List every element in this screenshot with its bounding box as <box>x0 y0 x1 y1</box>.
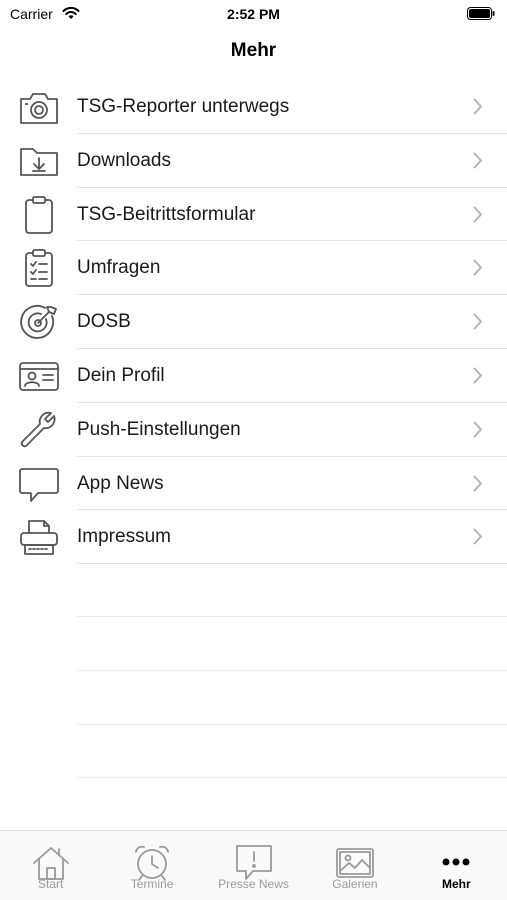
folder-download-icon <box>20 147 58 176</box>
menu-item-downloads[interactable]: Downloads <box>0 134 507 188</box>
empty-row-divider <box>77 616 507 617</box>
chevron-right-icon <box>473 367 482 384</box>
tab-presse-news[interactable]: Presse News <box>203 831 304 900</box>
wrench-icon <box>20 411 56 447</box>
menu-item-label: TSG-Beitrittsformular <box>77 203 256 225</box>
chevron-right-icon <box>473 313 482 330</box>
menu-item-label: Umfragen <box>77 257 161 279</box>
menu-item-label: App News <box>77 472 164 494</box>
menu-item-push-einstellungen[interactable]: Push-Einstellungen <box>0 403 507 457</box>
status-time: 2:52 PM <box>227 6 280 22</box>
chevron-right-icon <box>473 421 482 438</box>
menu-item-dein-profil[interactable]: Dein Profil <box>0 349 507 403</box>
chevron-right-icon <box>473 528 482 545</box>
tab-termine[interactable]: Termine <box>101 831 202 900</box>
target-icon <box>20 305 57 339</box>
menu-item-label: DOSB <box>77 311 131 333</box>
tab-start[interactable]: Start <box>0 831 101 900</box>
menu-item-tsg-reporter[interactable]: TSG-Reporter unterwegs <box>0 80 507 134</box>
chevron-right-icon <box>473 152 482 169</box>
camera-icon <box>20 93 58 124</box>
chevron-right-icon <box>473 259 482 276</box>
tab-label: Mehr <box>441 877 471 891</box>
tab-mehr[interactable]: Mehr <box>406 831 507 900</box>
chevron-right-icon <box>473 98 482 115</box>
chevron-right-icon <box>473 475 482 492</box>
empty-row-divider <box>77 670 507 671</box>
checklist-icon <box>25 249 53 288</box>
battery-icon <box>467 7 495 20</box>
tab-label: Presse News <box>218 877 289 891</box>
tab-label: Start <box>38 877 64 891</box>
menu-item-label: Push-Einstellungen <box>77 418 241 440</box>
menu-item-beitrittsformular[interactable]: TSG-Beitrittsformular <box>0 188 507 242</box>
menu-item-label: TSG-Reporter unterwegs <box>77 96 290 117</box>
printer-icon <box>20 520 58 556</box>
tab-bar: Start Termine Presse News Galerien Mehr <box>0 830 507 900</box>
chevron-right-icon <box>473 206 482 223</box>
empty-row-divider <box>77 777 507 778</box>
tab-label: Termine <box>130 877 174 891</box>
speech-bubble-icon <box>19 467 59 502</box>
menu-list: TSG-Reporter unterwegs Downloads TSG-Bei… <box>0 80 507 565</box>
clipboard-icon <box>25 195 53 234</box>
page-title: Mehr <box>230 40 277 61</box>
menu-item-impressum[interactable]: Impressum <box>0 510 507 565</box>
menu-item-label: Dein Profil <box>77 364 165 386</box>
menu-item-umfragen[interactable]: Umfragen <box>0 241 507 296</box>
id-card-icon <box>19 362 59 391</box>
row-divider <box>77 563 507 565</box>
status-bar: Carrier 2:52 PM <box>0 0 507 28</box>
menu-item-label: Downloads <box>77 149 171 171</box>
empty-row-divider <box>77 724 507 725</box>
menu-item-label: Impressum <box>77 526 171 548</box>
tab-label: Galerien <box>332 877 378 891</box>
tab-galerien[interactable]: Galerien <box>304 831 405 900</box>
menu-item-dosb[interactable]: DOSB <box>0 295 507 349</box>
menu-item-app-news[interactable]: App News <box>0 457 507 511</box>
